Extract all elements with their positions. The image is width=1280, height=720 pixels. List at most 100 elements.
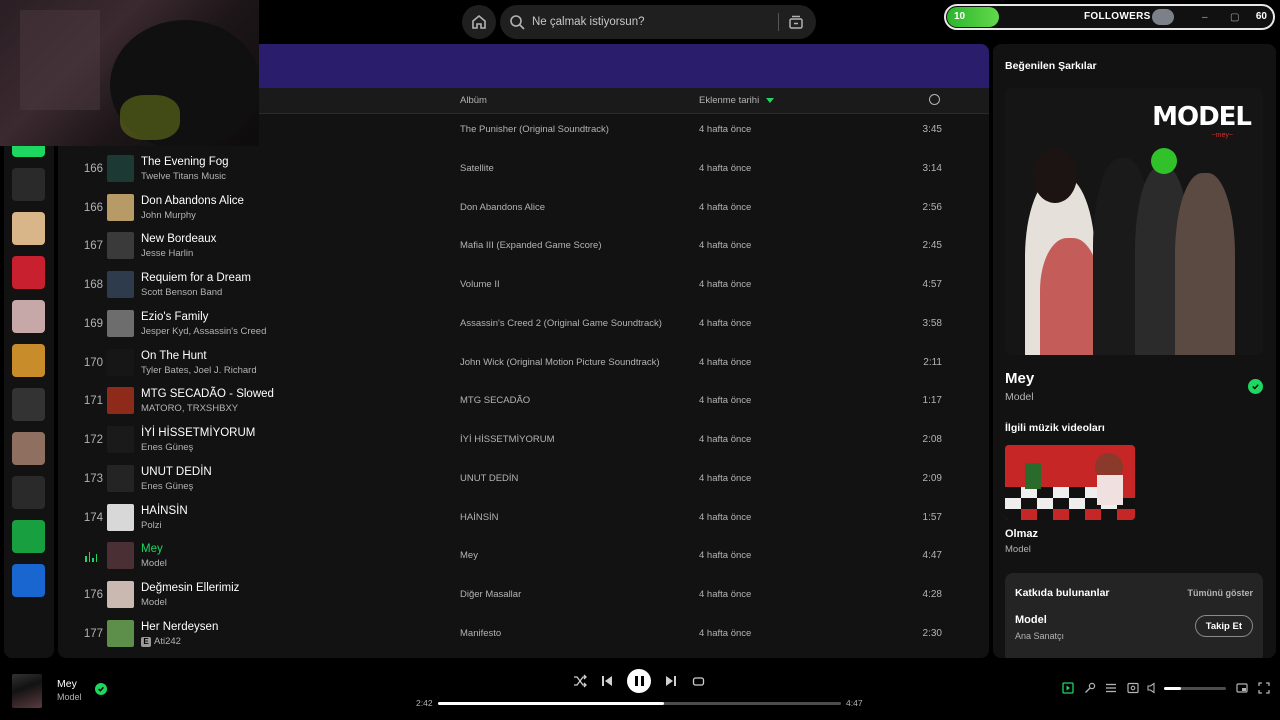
track-artist[interactable]: E Ati242 [141,636,181,647]
track-title[interactable]: Requiem for a Dream [141,272,251,284]
song-artist[interactable]: Model [1005,391,1034,403]
track-album[interactable]: Satellite [460,163,494,174]
track-artist[interactable]: Jesper Kyd, Assassin's Creed [141,326,266,337]
track-album[interactable]: Mafia III (Expanded Game Score) [460,240,602,251]
track-art[interactable] [107,193,134,221]
track-art[interactable] [107,232,134,260]
connect-device-button[interactable] [1126,681,1140,695]
panel-title[interactable]: Beğenilen Şarkılar [1005,60,1097,72]
library-item[interactable] [12,388,45,421]
track-row[interactable]: 173 UNUT DEDİN Enes Güneş UNUT DEDİN 4 hafta… [58,460,989,499]
track-art[interactable] [107,387,134,415]
track-artist-name[interactable]: Twelve Titans Music [141,171,226,182]
track-album[interactable]: Mey [460,550,478,561]
track-album[interactable]: MTG SECADÃO [460,395,530,406]
track-title[interactable]: UNUT DEDİN [141,466,212,478]
track-art[interactable] [107,309,134,337]
track-title[interactable]: The Evening Fog [141,156,229,168]
lyrics-button[interactable] [1083,681,1097,695]
credit-name[interactable]: Model [1015,614,1047,626]
track-artist[interactable]: Polzi [141,520,162,531]
track-artist-name[interactable]: Jesse Harlin [141,248,193,259]
search-bar[interactable] [500,5,816,39]
repeat-button[interactable] [689,672,707,690]
track-artist[interactable]: MATORO, TRXSHBXY [141,403,238,414]
track-row[interactable]: 176 Değmesin Ellerimiz Model Diğer Masallar… [58,576,989,615]
clock-icon[interactable] [929,94,940,105]
track-artist-name[interactable]: Scott Benson Band [141,287,222,298]
column-album[interactable]: Albüm [460,95,487,106]
track-album[interactable]: John Wick (Original Motion Picture Sound… [460,357,660,368]
liked-check-icon[interactable] [95,683,107,695]
track-art[interactable] [107,542,134,570]
track-art[interactable] [107,154,134,182]
library-item[interactable] [12,432,45,465]
track-artist-name[interactable]: MATORO, TRXSHBXY [141,403,238,414]
library-item[interactable] [12,344,45,377]
track-row[interactable]: 170 On The Hunt Tyler Bates, Joel J. Richa… [58,344,989,383]
track-row[interactable]: 166 Don Abandons Alice John Murphy Don Aban… [58,189,989,228]
track-artist[interactable]: Enes Güneş [141,481,193,492]
home-button[interactable] [462,5,496,39]
volume-slider[interactable] [1164,687,1226,690]
video-thumbnail[interactable] [1005,445,1135,520]
track-art[interactable] [107,271,134,298]
minimize-button[interactable]: – [1202,12,1208,23]
track-row[interactable]: 177 Her Nerdeysen E Ati242 Manifesto 4 hafta … [58,615,989,654]
library-item[interactable] [12,520,45,553]
track-artist-name[interactable]: Model [141,597,167,608]
liked-check-icon[interactable] [1248,379,1263,394]
track-artist[interactable]: Jesse Harlin [141,248,193,259]
track-artist[interactable]: Model [141,597,167,608]
track-album[interactable]: Don Abandons Alice [460,202,545,213]
track-artist-name[interactable]: Jesper Kyd, Assassin's Creed [141,326,266,337]
track-row[interactable]: 172 İYİ HİSSETMİYORUM Enes Güneş İYİ HİSSET… [58,421,989,460]
now-playing-view-button[interactable] [1061,681,1075,695]
track-title[interactable]: Mey [141,543,163,555]
track-title[interactable]: Don Abandons Alice [141,195,244,207]
library-item[interactable] [12,300,45,333]
now-playing-art[interactable] [12,674,42,708]
track-album[interactable]: The Punisher (Original Soundtrack) [460,124,609,135]
track-title[interactable]: Her Nerdeysen [141,621,218,633]
fullscreen-button[interactable] [1257,681,1271,695]
video-title[interactable]: Olmaz [1005,528,1038,540]
track-album[interactable]: Assassin's Creed 2 (Original Game Soundt… [460,318,662,329]
follow-button[interactable]: Takip Et [1194,615,1253,637]
mute-button[interactable] [1146,681,1160,695]
browse-button[interactable] [781,7,811,37]
track-artist-name[interactable]: Polzi [141,520,162,531]
track-art[interactable] [107,464,134,492]
track-artist[interactable]: Tyler Bates, Joel J. Richard [141,365,257,376]
track-row[interactable]: Mey Model Mey 4 hafta önce 4:47 [58,537,989,576]
track-title[interactable]: Değmesin Ellerimiz [141,582,239,594]
track-row[interactable]: 171 MTG SECADÃO - Slowed MATORO, TRXSHBXY M… [58,382,989,421]
playback-progress[interactable] [438,702,841,705]
track-title[interactable]: New Bordeaux [141,233,216,245]
show-all-link[interactable]: Tümünü göster [1188,588,1254,598]
track-artist[interactable]: John Murphy [141,210,196,221]
track-row[interactable]: 174 HAİNSİN Polzi HAİNSİN 4 hafta önce 1:57 [58,499,989,538]
track-title[interactable]: HAİNSİN [141,505,188,517]
track-row[interactable]: 169 Ezio's Family Jesper Kyd, Assassin's C… [58,305,989,344]
track-row[interactable]: 166 The Evening Fog Twelve Titans Music Sat… [58,150,989,189]
pause-button[interactable] [627,669,651,693]
library-item[interactable] [12,256,45,289]
track-album[interactable]: Volume II [460,279,500,290]
track-artist[interactable]: Enes Güneş [141,442,193,453]
column-date-added[interactable]: Eklenme tarihi [699,95,759,106]
song-title[interactable]: Mey [1005,370,1034,387]
track-artist[interactable]: Model [141,558,167,569]
search-input[interactable] [532,16,772,28]
now-playing-title[interactable]: Mey [57,678,77,690]
library-item[interactable] [12,564,45,597]
track-art[interactable] [107,348,134,376]
track-album[interactable]: Manifesto [460,628,501,639]
track-art[interactable] [107,503,134,531]
track-album[interactable]: HAİNSİN [460,512,499,523]
track-album[interactable]: Diğer Masallar [460,589,521,600]
track-row[interactable]: 168 Requiem for a Dream Scott Benson Band V… [58,266,989,305]
track-art[interactable] [107,426,134,453]
next-button[interactable] [662,672,680,690]
mini-player-button[interactable] [1235,681,1249,695]
